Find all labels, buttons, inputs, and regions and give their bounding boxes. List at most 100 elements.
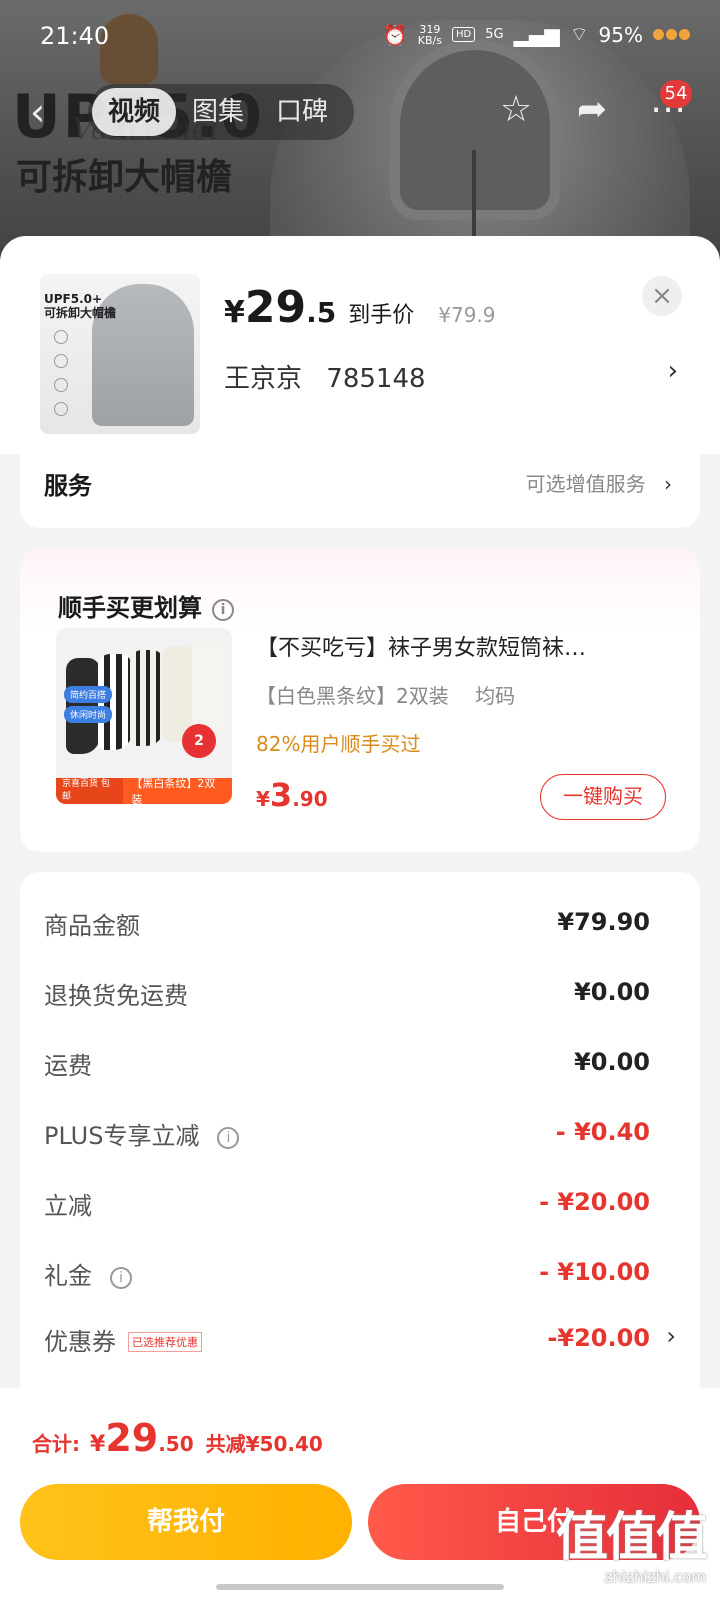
info-icon[interactable]: i	[217, 1127, 240, 1149]
battery-level: 95%	[598, 22, 643, 47]
signal-icon: ▂▄▆	[513, 22, 560, 47]
total-integer: 29	[105, 1416, 159, 1460]
status-time: 21:40	[40, 22, 110, 50]
battery-icon	[653, 29, 690, 40]
image-tag: 休闲时尚	[64, 706, 113, 723]
addon-product-image[interactable]: 简约百搭 休闲时尚 2 京喜百货 包邮 【黑白条纹】2双装	[56, 628, 232, 804]
addon-price-integer: 3	[269, 776, 293, 814]
chevron-right-icon[interactable]: ›	[666, 1322, 676, 1350]
tab-gallery[interactable]: 图集	[176, 88, 260, 136]
total-row: 合计: ¥ 29 .50 共减¥50.40	[32, 1416, 323, 1460]
close-icon[interactable]: ×	[642, 276, 682, 316]
price-integer: 29	[244, 282, 307, 333]
summary-value: ¥79.90	[557, 908, 650, 936]
chevron-left-icon[interactable]: ‹	[30, 92, 60, 132]
feature-icon	[54, 330, 68, 344]
tab-reviews[interactable]: 口碑	[260, 88, 344, 136]
recipient-code: 785148	[326, 364, 426, 394]
network-speed: 319 KB/s	[418, 24, 442, 46]
one-click-buy-button[interactable]: 一键购买	[540, 774, 666, 820]
price-label: 到手价	[348, 303, 415, 328]
addon-spec-size: 均码	[475, 684, 516, 708]
addon-purchase-rate: 82%用户顺手买过	[256, 732, 421, 756]
alarm-icon: ⏰	[382, 22, 408, 47]
feature-icon	[54, 402, 68, 416]
summary-label: 立减	[44, 1192, 92, 1220]
summary-value: -¥20.00	[547, 1324, 650, 1352]
image-tag: 简约百搭	[64, 686, 113, 703]
service-option: 可选增值服务 ›	[526, 468, 672, 497]
summary-label-text: 优惠券	[44, 1328, 116, 1356]
sheet-header: UPF5.0+ 可拆卸大帽檐 ¥ 29 .5 到手价 ¥79.9 × 王京京 7…	[0, 236, 720, 454]
tab-video[interactable]: 视频	[92, 88, 177, 136]
summary-label: 礼金 i	[44, 1256, 132, 1291]
addon-price-symbol: ¥	[256, 787, 270, 811]
summary-row-shipping: 运费 ¥0.00	[20, 1040, 700, 1090]
summary-label: PLUS专享立减 i	[44, 1116, 240, 1151]
original-price: ¥79.9	[438, 303, 496, 327]
service-title: 服务	[44, 472, 92, 500]
help-me-pay-button[interactable]: 帮我付	[20, 1484, 352, 1560]
total-symbol: ¥	[90, 1432, 106, 1457]
home-indicator[interactable]	[216, 1584, 504, 1590]
hero-subtitle: 可拆卸大帽檐	[16, 157, 233, 198]
recipient-row[interactable]: 王京京 785148	[224, 358, 442, 395]
pair-count-badge: 2	[182, 724, 216, 758]
info-icon[interactable]: i	[110, 1267, 132, 1289]
summary-label: 商品金额	[44, 912, 140, 940]
status-indicators: ⏰ 319 KB/s HD 5G ▂▄▆ ⌔ 95%	[383, 22, 690, 47]
addon-product-name[interactable]: 【不买吃亏】袜子男女款短筒袜…	[256, 630, 676, 662]
thumbnail-caption: UPF5.0+ 可拆卸大帽檐	[44, 292, 116, 320]
total-decimal: .50	[158, 1432, 194, 1456]
feature-icon	[54, 354, 68, 368]
addon-card: 顺手买更划算 i 简约百搭 休闲时尚 2 京喜百货 包邮 【黑白条纹】2双装 【不…	[20, 548, 700, 852]
hd-badge: HD	[451, 27, 476, 42]
product-thumbnail: UPF5.0+ 可拆卸大帽檐	[40, 274, 200, 434]
summary-row-coupon[interactable]: 优惠券 已选推荐优惠 -¥20.00 ›	[20, 1316, 700, 1366]
coupon-tag: 已选推荐优惠	[128, 1332, 202, 1352]
star-icon[interactable]: ☆	[494, 88, 538, 132]
summary-row-instant-discount: 立减 - ¥20.00	[20, 1180, 700, 1230]
watermark-logo: 值值值	[556, 1508, 708, 1568]
sock-image	[130, 650, 164, 746]
image-footer: 京喜百货 包邮 【黑白条纹】2双装	[56, 777, 232, 804]
total-savings: 共减¥50.40	[205, 1432, 323, 1456]
watermark-url: zhizhizhi.com	[604, 1568, 706, 1586]
feature-icon	[54, 378, 68, 392]
top-nav: ‹ 视频 图集 口碑 ☆ ➦ ⋯ 54	[0, 80, 720, 142]
summary-row-return-shipping: 退换货免运费 ¥0.00	[20, 970, 700, 1020]
media-tabs: 视频 图集 口碑	[88, 84, 354, 140]
chevron-right-icon[interactable]: ›	[668, 356, 678, 386]
network-speed-unit: KB/s	[417, 33, 442, 47]
summary-row-gift-cash: 礼金 i - ¥10.00	[20, 1250, 700, 1300]
summary-label: 退换货免运费	[44, 982, 188, 1010]
summary-value: ¥0.00	[574, 978, 650, 1006]
site-watermark: 值值值 zhizhizhi.com	[556, 1508, 708, 1600]
price-symbol: ¥	[224, 295, 245, 330]
summary-row-goods: 商品金额 ¥79.90	[20, 900, 700, 950]
thumbnail-caption-line1: UPF5.0+	[44, 292, 103, 306]
summary-label-text: PLUS专享立减	[44, 1122, 200, 1150]
image-footer-spec: 【黑白条纹】2双装	[131, 777, 216, 804]
recipient-name: 王京京	[224, 364, 303, 394]
addon-spec: 【白色黑条纹】2双装 均码	[256, 680, 535, 709]
addon-price-decimal: .90	[292, 787, 328, 811]
status-bar: 21:40 ⏰ 319 KB/s HD 5G ▂▄▆ ⌔ 95%	[0, 0, 720, 72]
network-type: 5G	[485, 27, 504, 42]
share-icon[interactable]: ➦	[570, 88, 614, 132]
price-decimal: .5	[306, 296, 337, 329]
addon-price: ¥ 3 .90	[256, 776, 328, 814]
summary-value: ¥0.00	[574, 1048, 650, 1076]
service-option-label: 可选增值服务	[525, 472, 646, 496]
price-summary: 商品金额 ¥79.90 退换货免运费 ¥0.00 运费 ¥0.00 PLUS专享…	[20, 872, 700, 1432]
addon-title: 顺手买更划算 i	[58, 588, 234, 623]
thumbnail-caption-line2: 可拆卸大帽檐	[44, 306, 117, 320]
info-icon[interactable]: i	[212, 599, 234, 621]
total-label: 合计:	[32, 1432, 80, 1456]
summary-label: 优惠券 已选推荐优惠	[44, 1322, 202, 1357]
wifi-icon: ⌔	[569, 22, 589, 46]
summary-value: - ¥20.00	[539, 1188, 650, 1216]
final-price: ¥ 29 .5 到手价 ¥79.9	[224, 282, 496, 333]
service-row[interactable]: 服务 可选增值服务 ›	[20, 454, 700, 528]
summary-row-plus-discount: PLUS专享立减 i - ¥0.40	[20, 1110, 700, 1160]
